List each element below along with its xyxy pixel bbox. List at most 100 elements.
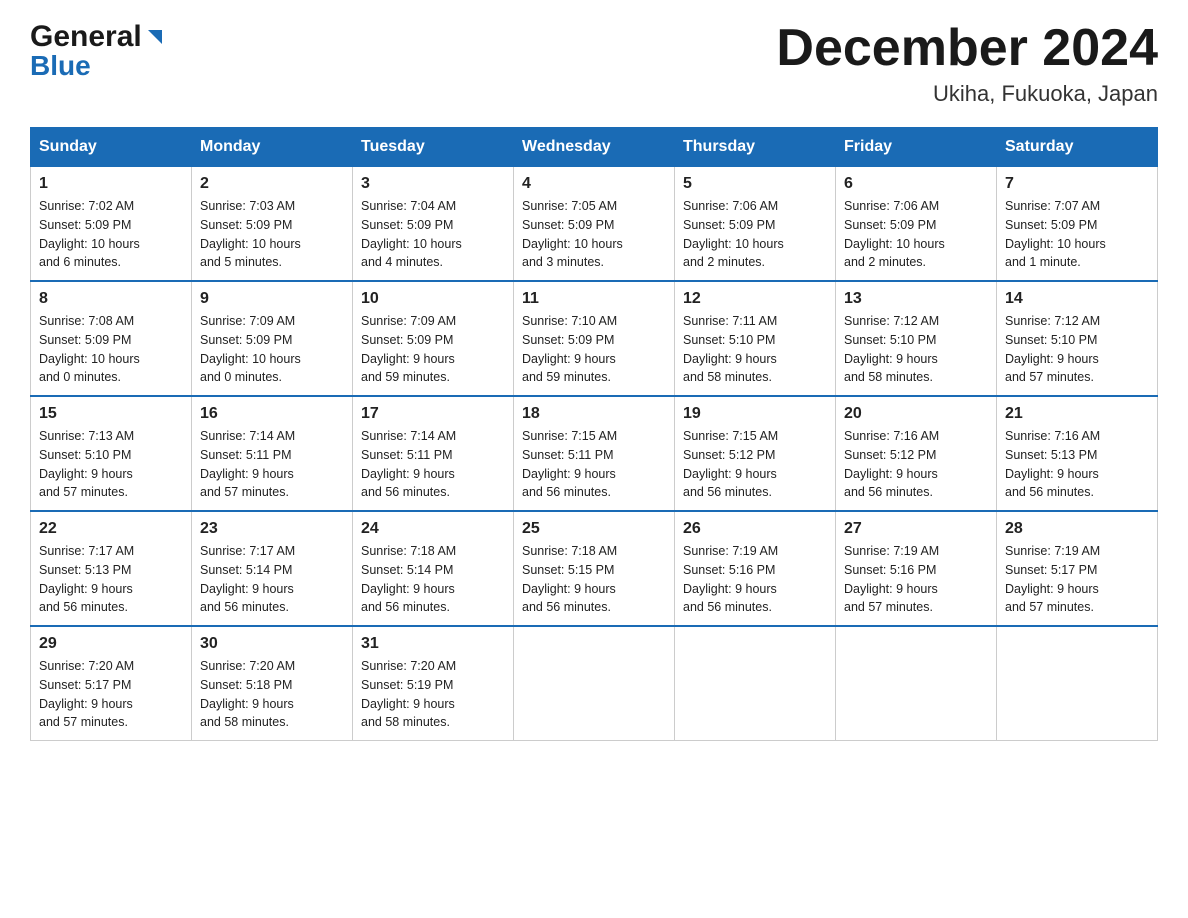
day-info: Sunrise: 7:16 AM Sunset: 5:12 PM Dayligh… [844,427,988,502]
day-number: 19 [683,405,827,423]
day-number: 4 [522,175,666,193]
day-info: Sunrise: 7:09 AM Sunset: 5:09 PM Dayligh… [200,312,344,387]
day-info: Sunrise: 7:13 AM Sunset: 5:10 PM Dayligh… [39,427,183,502]
calendar-cell: 24 Sunrise: 7:18 AM Sunset: 5:14 PM Dayli… [353,511,514,626]
calendar-cell: 7 Sunrise: 7:07 AM Sunset: 5:09 PM Daylig… [997,167,1158,282]
day-number: 24 [361,520,505,538]
calendar-week-row: 8 Sunrise: 7:08 AM Sunset: 5:09 PM Daylig… [31,281,1158,396]
day-number: 23 [200,520,344,538]
day-info: Sunrise: 7:19 AM Sunset: 5:16 PM Dayligh… [683,542,827,617]
day-number: 26 [683,520,827,538]
calendar-cell [997,626,1158,741]
day-number: 13 [844,290,988,308]
day-number: 18 [522,405,666,423]
page-header: General Blue December 2024 Ukiha, Fukuok… [30,20,1158,107]
day-info: Sunrise: 7:08 AM Sunset: 5:09 PM Dayligh… [39,312,183,387]
calendar-cell: 27Sunrise: 7:19 AM Sunset: 5:16 PM Dayli… [836,511,997,626]
day-info: Sunrise: 7:06 AM Sunset: 5:09 PM Dayligh… [844,197,988,272]
col-header-wednesday: Wednesday [514,128,675,167]
col-header-monday: Monday [192,128,353,167]
calendar-cell: 20 Sunrise: 7:16 AM Sunset: 5:12 PM Dayli… [836,396,997,511]
day-info: Sunrise: 7:20 AM Sunset: 5:17 PM Dayligh… [39,657,183,732]
day-number: 9 [200,290,344,308]
calendar-cell: 9 Sunrise: 7:09 AM Sunset: 5:09 PM Daylig… [192,281,353,396]
day-info: Sunrise: 7:14 AM Sunset: 5:11 PM Dayligh… [200,427,344,502]
day-number: 20 [844,405,988,423]
calendar-cell [836,626,997,741]
calendar-cell [675,626,836,741]
day-number: 25 [522,520,666,538]
col-header-saturday: Saturday [997,128,1158,167]
day-number: 30 [200,635,344,653]
day-info: Sunrise: 7:06 AM Sunset: 5:09 PM Dayligh… [683,197,827,272]
day-number: 14 [1005,290,1149,308]
day-info: Sunrise: 7:05 AM Sunset: 5:09 PM Dayligh… [522,197,666,272]
day-number: 6 [844,175,988,193]
calendar-cell: 1 Sunrise: 7:02 AM Sunset: 5:09 PM Daylig… [31,167,192,282]
calendar-cell: 14Sunrise: 7:12 AM Sunset: 5:10 PM Dayli… [997,281,1158,396]
day-number: 11 [522,290,666,308]
calendar-cell: 5 Sunrise: 7:06 AM Sunset: 5:09 PM Daylig… [675,167,836,282]
calendar-cell: 22Sunrise: 7:17 AM Sunset: 5:13 PM Dayli… [31,511,192,626]
day-number: 29 [39,635,183,653]
day-number: 7 [1005,175,1149,193]
calendar-cell: 11 Sunrise: 7:10 AM Sunset: 5:09 PM Dayli… [514,281,675,396]
day-number: 31 [361,635,505,653]
day-number: 17 [361,405,505,423]
calendar-title: December 2024 [776,20,1158,77]
day-info: Sunrise: 7:04 AM Sunset: 5:09 PM Dayligh… [361,197,505,272]
calendar-cell: 15 Sunrise: 7:13 AM Sunset: 5:10 PM Dayli… [31,396,192,511]
day-number: 3 [361,175,505,193]
day-info: Sunrise: 7:07 AM Sunset: 5:09 PM Dayligh… [1005,197,1149,272]
calendar-cell: 19 Sunrise: 7:15 AM Sunset: 5:12 PM Dayli… [675,396,836,511]
day-number: 8 [39,290,183,308]
calendar-cell: 6 Sunrise: 7:06 AM Sunset: 5:09 PM Daylig… [836,167,997,282]
day-number: 5 [683,175,827,193]
day-info: Sunrise: 7:12 AM Sunset: 5:10 PM Dayligh… [844,312,988,387]
day-info: Sunrise: 7:14 AM Sunset: 5:11 PM Dayligh… [361,427,505,502]
calendar-cell: 30Sunrise: 7:20 AM Sunset: 5:18 PM Dayli… [192,626,353,741]
day-info: Sunrise: 7:20 AM Sunset: 5:19 PM Dayligh… [361,657,505,732]
day-number: 10 [361,290,505,308]
day-info: Sunrise: 7:02 AM Sunset: 5:09 PM Dayligh… [39,197,183,272]
calendar-week-row: 29 Sunrise: 7:20 AM Sunset: 5:17 PM Dayli… [31,626,1158,741]
calendar-week-row: 22Sunrise: 7:17 AM Sunset: 5:13 PM Dayli… [31,511,1158,626]
logo: General Blue [30,20,166,82]
day-number: 16 [200,405,344,423]
day-info: Sunrise: 7:03 AM Sunset: 5:09 PM Dayligh… [200,197,344,272]
day-info: Sunrise: 7:18 AM Sunset: 5:14 PM Dayligh… [361,542,505,617]
logo-triangle-icon [144,26,166,48]
day-number: 22 [39,520,183,538]
calendar-cell [514,626,675,741]
col-header-thursday: Thursday [675,128,836,167]
title-area: December 2024 Ukiha, Fukuoka, Japan [776,20,1158,107]
calendar-cell: 13 Sunrise: 7:12 AM Sunset: 5:10 PM Dayli… [836,281,997,396]
calendar-cell: 18 Sunrise: 7:15 AM Sunset: 5:11 PM Dayli… [514,396,675,511]
day-info: Sunrise: 7:15 AM Sunset: 5:12 PM Dayligh… [683,427,827,502]
calendar-header-row: SundayMondayTuesdayWednesdayThursdayFrid… [31,128,1158,167]
day-number: 12 [683,290,827,308]
calendar-subtitle: Ukiha, Fukuoka, Japan [776,81,1158,107]
day-info: Sunrise: 7:09 AM Sunset: 5:09 PM Dayligh… [361,312,505,387]
day-info: Sunrise: 7:15 AM Sunset: 5:11 PM Dayligh… [522,427,666,502]
day-number: 15 [39,405,183,423]
calendar-cell: 17 Sunrise: 7:14 AM Sunset: 5:11 PM Dayli… [353,396,514,511]
calendar-table: SundayMondayTuesdayWednesdayThursdayFrid… [30,127,1158,741]
calendar-cell: 26 Sunrise: 7:19 AM Sunset: 5:16 PM Dayli… [675,511,836,626]
col-header-sunday: Sunday [31,128,192,167]
day-info: Sunrise: 7:19 AM Sunset: 5:16 PM Dayligh… [844,542,988,617]
calendar-cell: 23Sunrise: 7:17 AM Sunset: 5:14 PM Dayli… [192,511,353,626]
calendar-cell: 31 Sunrise: 7:20 AM Sunset: 5:19 PM Dayli… [353,626,514,741]
calendar-cell: 12Sunrise: 7:11 AM Sunset: 5:10 PM Dayli… [675,281,836,396]
day-info: Sunrise: 7:16 AM Sunset: 5:13 PM Dayligh… [1005,427,1149,502]
calendar-cell: 29 Sunrise: 7:20 AM Sunset: 5:17 PM Dayli… [31,626,192,741]
logo-blue: Blue [30,50,91,82]
calendar-week-row: 15 Sunrise: 7:13 AM Sunset: 5:10 PM Dayli… [31,396,1158,511]
day-info: Sunrise: 7:18 AM Sunset: 5:15 PM Dayligh… [522,542,666,617]
day-info: Sunrise: 7:19 AM Sunset: 5:17 PM Dayligh… [1005,542,1149,617]
day-number: 1 [39,175,183,193]
col-header-tuesday: Tuesday [353,128,514,167]
calendar-cell: 8 Sunrise: 7:08 AM Sunset: 5:09 PM Daylig… [31,281,192,396]
calendar-cell: 16 Sunrise: 7:14 AM Sunset: 5:11 PM Dayli… [192,396,353,511]
day-info: Sunrise: 7:10 AM Sunset: 5:09 PM Dayligh… [522,312,666,387]
